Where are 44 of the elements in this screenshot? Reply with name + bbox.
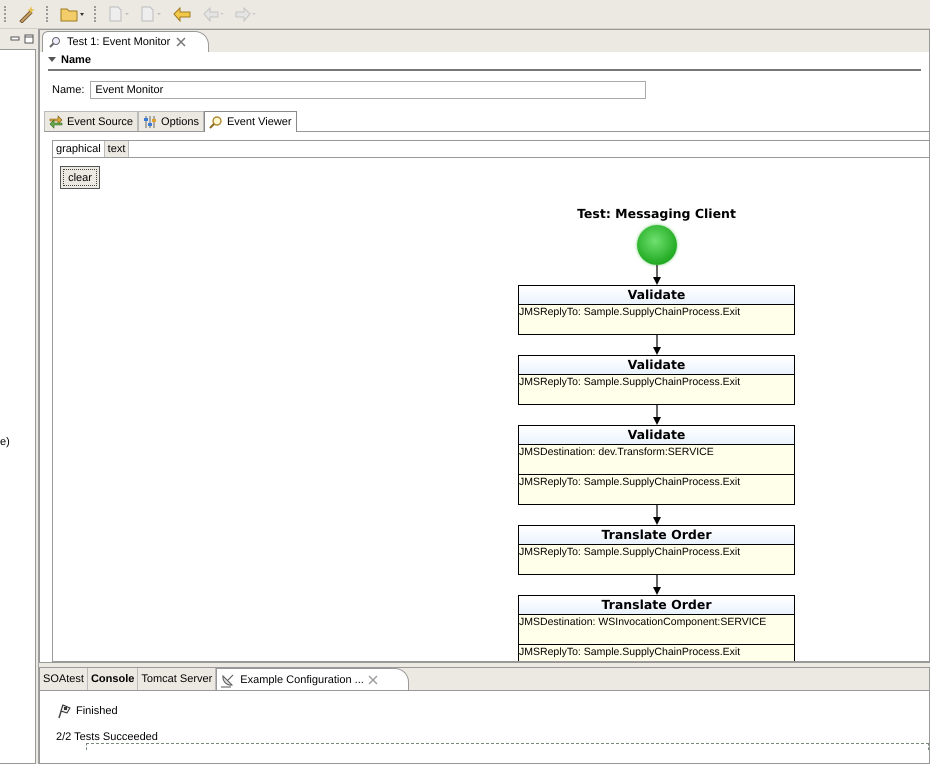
flag-icon bbox=[56, 703, 72, 719]
node-property: JMSDestination: dev.Transform:SERVICE bbox=[519, 445, 715, 460]
tree-item-text: e) bbox=[0, 436, 10, 448]
magnifier-icon bbox=[208, 115, 223, 129]
tab[interactable]: Event Viewer bbox=[204, 111, 297, 132]
node-title: Translate Order bbox=[519, 526, 794, 545]
view-tab[interactable]: SOAtest bbox=[40, 668, 88, 690]
diagram-title: Test: Messaging Client bbox=[577, 206, 736, 221]
name-field[interactable]: Event Monitor bbox=[90, 81, 646, 99]
section-title: Name bbox=[61, 54, 91, 66]
close-icon[interactable] bbox=[176, 37, 186, 47]
folder-icon[interactable] bbox=[60, 6, 84, 22]
view-tab[interactable]: Console bbox=[88, 668, 138, 690]
node-title: Validate bbox=[519, 426, 794, 445]
view-tab[interactable]: graphical bbox=[53, 141, 105, 157]
caret-icon[interactable] bbox=[48, 57, 56, 63]
node-property: JMSReplyTo: Sample.SupplyChainProcess.Exit bbox=[519, 375, 742, 390]
view-tab[interactable]: Example Configuration ... bbox=[216, 668, 409, 690]
start-node bbox=[636, 225, 676, 265]
status-text: Finished bbox=[76, 705, 118, 717]
view-tab[interactable]: text bbox=[104, 141, 130, 157]
node-title: Validate bbox=[519, 286, 794, 305]
search-icon bbox=[49, 36, 61, 48]
satellite-icon bbox=[220, 672, 236, 688]
clear-button[interactable]: clear bbox=[60, 166, 100, 189]
tab[interactable]: Event Source bbox=[44, 111, 138, 131]
document-icon[interactable] bbox=[140, 6, 162, 22]
maximize-icon[interactable] bbox=[24, 34, 34, 44]
tab[interactable]: Options bbox=[138, 111, 204, 131]
close-icon[interactable] bbox=[368, 674, 378, 684]
node-property: JMSDestination: WSInvocationComponent:SERVICE bbox=[519, 615, 768, 630]
node-title: Translate Order bbox=[519, 596, 794, 615]
node-title: Validate bbox=[519, 356, 794, 375]
back-arrow-icon[interactable] bbox=[172, 6, 192, 22]
arrows-icon bbox=[49, 114, 63, 128]
node-property: JMSReplyTo: Sample.SupplyChainProcess.Exit bbox=[519, 545, 742, 560]
document-icon[interactable] bbox=[108, 6, 130, 22]
editor-tab[interactable]: Test 1: Event Monitor bbox=[42, 31, 210, 52]
wand-icon[interactable] bbox=[18, 5, 36, 23]
field-label: Name: bbox=[52, 84, 84, 96]
node-property: JMSReplyTo: Sample.SupplyChainProcess.Exit bbox=[519, 305, 742, 320]
summary-text: 2/2 Tests Succeeded bbox=[56, 731, 159, 743]
sliders-icon bbox=[143, 114, 158, 128]
node-property: JMSReplyTo: Sample.SupplyChainProcess.Exit bbox=[519, 474, 794, 504]
